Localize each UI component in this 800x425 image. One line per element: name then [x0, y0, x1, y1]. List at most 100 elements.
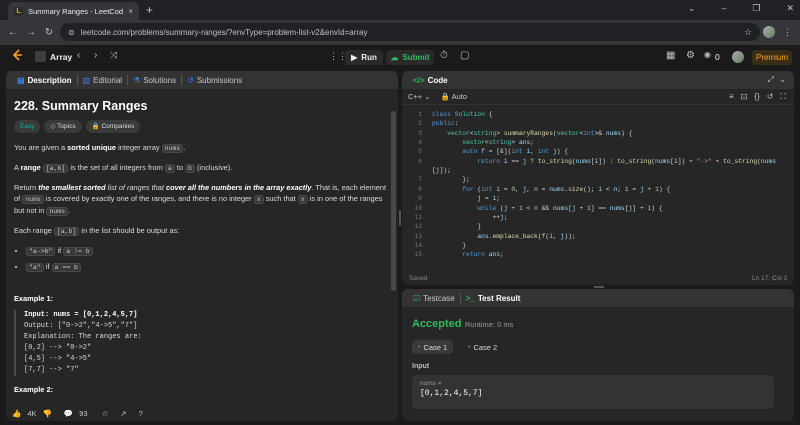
description-scrollbar[interactable] — [391, 111, 396, 291]
text: to — [174, 163, 186, 172]
history-icon: ↺ — [187, 75, 194, 85]
cursor-position: Ln 17, Col 3 — [751, 274, 787, 282]
share-icon[interactable]: ↗ — [120, 409, 126, 418]
tab-submissions-label: Submissions — [196, 75, 243, 85]
comment-icon[interactable]: 💬 — [64, 409, 73, 418]
streak-fire-icon[interactable]: ◉ — [704, 50, 711, 59]
tab-description-label: Description — [27, 75, 72, 85]
submit-button[interactable]: ☁ Submit — [386, 50, 434, 65]
favorite-star-icon[interactable]: ☆ — [102, 409, 109, 418]
inline-code: nums — [46, 207, 69, 216]
new-tab-button[interactable]: + — [146, 3, 153, 17]
page-title[interactable]: 228. Summary Ranges — [14, 100, 388, 113]
example-1-block: Input: nums = [0,1,2,4,5,7] Output: ["0->… — [14, 310, 388, 376]
inline-code: "a" — [26, 263, 44, 272]
tab-testcase-label: Testcase — [423, 293, 455, 303]
tab-test-result[interactable]: >_ Test Result — [461, 294, 526, 303]
tab-testcase[interactable]: ☑ Testcase — [408, 294, 460, 303]
tab-search-icon[interactable]: ⌄ — [688, 3, 696, 14]
help-icon[interactable]: ? — [139, 409, 143, 418]
reset-icon[interactable]: ↺ — [767, 92, 774, 102]
line-number: 2 — [418, 120, 422, 128]
code-line: vector<string> ans; — [462, 139, 535, 147]
paragraph-1: You are given a sorted unique integer ar… — [14, 142, 388, 154]
problem-list-title[interactable]: Array — [50, 52, 72, 62]
format-icon[interactable]: ≡ — [729, 92, 734, 102]
timer-icon[interactable]: ⏱ — [440, 50, 448, 61]
thumbs-up-icon[interactable]: 👍 — [12, 409, 21, 418]
minimize-button[interactable]: – — [721, 3, 726, 14]
address-bar[interactable]: ⊜ leetcode.com/problems/summary-ranges/?… — [60, 23, 760, 41]
minimize-panel-icon[interactable]: ⌄ — [779, 75, 786, 84]
text: (inclusive). — [194, 163, 233, 172]
run-button[interactable]: ▶ Run — [345, 50, 383, 65]
prev-problem-icon[interactable]: ‹ — [77, 50, 80, 61]
tab-submissions[interactable]: ↺ Submissions — [182, 76, 247, 85]
thumbs-down-icon[interactable]: 👎 — [43, 409, 52, 418]
maximize-button[interactable]: ❐ — [752, 3, 760, 14]
language-select[interactable]: C++ ⌄ — [408, 92, 431, 101]
inline-code: nums — [161, 144, 184, 153]
tab-description[interactable]: ▤ Description — [12, 76, 77, 85]
line-number: 13 — [414, 232, 422, 240]
tab-code[interactable]: </> Code — [408, 76, 453, 85]
text: in the list should be output as: — [79, 226, 180, 235]
layout-icon[interactable]: ▦ — [666, 50, 675, 61]
notes-icon[interactable]: ▢ — [460, 50, 469, 61]
description-panel: ▤ Description ▥ Editorial ⚗ Solutions ↺ Subm… — [6, 71, 398, 421]
difficulty-badge: Easy — [14, 120, 41, 133]
fullscreen-icon[interactable]: ⛶ — [780, 92, 786, 102]
expand-icon[interactable]: ⤢ — [768, 75, 774, 85]
horizontal-resize-handle[interactable] — [594, 286, 604, 288]
play-icon: ▶ — [351, 53, 358, 62]
profile-avatar[interactable] — [763, 26, 775, 38]
case-2-tab[interactable]: • Case 2 — [462, 340, 503, 354]
example-2-heading: Example 2: — [14, 385, 54, 394]
problem-list-icon[interactable] — [35, 51, 46, 62]
bookmark-star-icon[interactable]: ☆ — [744, 27, 752, 38]
streak-count: 0 — [715, 52, 720, 62]
tab-solutions[interactable]: ⚗ Solutions — [128, 76, 181, 85]
text: such that — [263, 194, 298, 203]
test-result-panel: ☑ Testcase >_ Test Result Accepted Runtime… — [402, 289, 794, 421]
inline-code: "a->b" — [26, 247, 56, 256]
topics-button[interactable]: ◇ Topics — [44, 120, 82, 133]
premium-button[interactable]: Premium — [752, 50, 792, 65]
language-label: C++ — [408, 92, 423, 101]
browser-menu-icon[interactable]: ⋮ — [783, 27, 792, 38]
terminal-icon: >_ — [465, 293, 475, 303]
companies-button[interactable]: 🔒 Companies — [85, 120, 141, 133]
code-line: ++j; — [432, 213, 508, 221]
case-1-tab[interactable]: • Case 1 — [412, 340, 454, 354]
code-editor[interactable]: 1 2 3 4 5 6 7 8 9 10 11 12 13 14 15 clas… — [402, 108, 794, 268]
auto-mode-toggle[interactable]: 🔒 Auto — [441, 92, 467, 101]
mode-label: Auto — [451, 92, 468, 101]
tab-close-icon[interactable]: × — [128, 7, 133, 16]
description-footer: 👍 4K 👎 💬 93 ☆ ↗ ? — [6, 405, 398, 421]
line-number: 3 — [418, 129, 422, 137]
upload-cloud-icon: ☁ — [390, 53, 399, 62]
braces-icon[interactable]: {} — [754, 92, 759, 102]
param-name: nums = — [420, 380, 442, 387]
code-line: ans.emplace_back(f(i, j)); — [477, 232, 576, 240]
bookmark-icon[interactable]: ⊡ — [741, 92, 748, 102]
verdict-status: Accepted — [412, 318, 462, 330]
code-panel-header: </> Code ⤢ ⌄ — [402, 71, 794, 89]
close-window-button[interactable]: ✕ — [786, 3, 794, 14]
forward-arrow-icon[interactable]: → — [22, 27, 40, 38]
site-info-icon[interactable]: ⊜ — [68, 28, 75, 37]
back-arrow-icon[interactable]: ← — [4, 27, 22, 38]
bold-text: sorted unique — [67, 143, 117, 152]
settings-gear-icon[interactable]: ⚙ — [686, 50, 695, 61]
tab-editorial[interactable]: ▥ Editorial — [78, 76, 127, 85]
code-brackets-icon: </> — [413, 75, 425, 85]
shuffle-icon[interactable]: ⤨ — [110, 50, 117, 61]
leetcode-logo-icon[interactable] — [11, 49, 25, 63]
user-avatar[interactable] — [732, 51, 744, 63]
vertical-resize-handle[interactable] — [399, 210, 401, 226]
code-line: public: — [432, 120, 459, 128]
reload-icon[interactable]: ↻ — [40, 27, 58, 38]
next-problem-icon[interactable]: › — [94, 50, 97, 61]
browser-tab[interactable]: L Summary Ranges - LeetCode × — [8, 2, 139, 20]
inline-code: nums — [22, 195, 44, 204]
